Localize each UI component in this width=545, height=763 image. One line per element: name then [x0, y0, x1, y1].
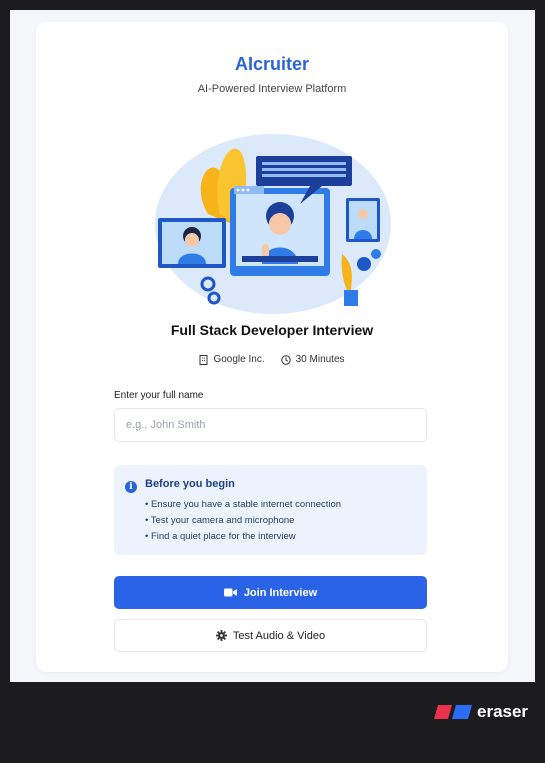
interview-meta: Google Inc. 30 Minutes — [36, 354, 508, 365]
brand-title: AIcruiter — [234, 54, 310, 74]
list-item: • Ensure you have a stable internet conn… — [145, 499, 342, 510]
interview-card: AIcruiter AI-Powered Interview Platform — [36, 22, 508, 672]
interview-illustration — [155, 134, 391, 314]
join-interview-label: Join Interview — [243, 586, 318, 599]
name-input[interactable] — [114, 408, 427, 442]
name-label: Enter your full name — [114, 390, 204, 401]
checklist: • Ensure you have a stable internet conn… — [145, 497, 341, 545]
brand-tagline: AI-Powered Interview Platform — [197, 83, 347, 95]
before-you-begin-panel: i Before you begin • Ensure you have a s… — [114, 465, 427, 555]
interview-title: Full Stack Developer Interview — [170, 322, 374, 338]
building-icon — [199, 354, 208, 365]
clock-icon — [280, 354, 291, 365]
gear-icon — [215, 630, 227, 641]
video-camera-icon — [223, 588, 237, 597]
list-item: • Find a quiet place for the interview — [145, 531, 296, 542]
info-icon: i — [125, 481, 137, 493]
app-window: AIcruiter AI-Powered Interview Platform — [10, 10, 535, 682]
eraser-logo: eraser — [434, 702, 528, 722]
test-audio-video-button[interactable]: Test Audio & Video — [114, 619, 427, 652]
company-name: Google Inc. — [213, 354, 265, 365]
info-title: Before you begin — [145, 478, 235, 490]
eraser-logo-mark — [434, 705, 472, 719]
list-item: • Test your camera and microphone — [145, 515, 295, 526]
interview-duration: 30 Minutes — [295, 354, 345, 365]
eraser-logo-text: eraser — [477, 702, 529, 721]
join-interview-button[interactable]: Join Interview — [114, 576, 427, 609]
test-audio-video-label: Test Audio & Video — [232, 629, 326, 642]
